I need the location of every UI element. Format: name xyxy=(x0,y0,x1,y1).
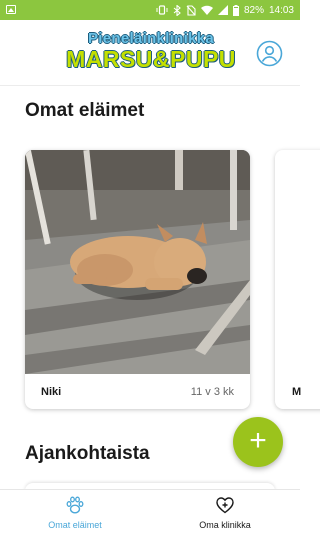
battery-icon xyxy=(232,4,239,16)
nav-item-my-clinic[interactable]: Oma klinikka xyxy=(150,490,300,533)
clock: 14:03 xyxy=(268,4,294,16)
no-sim-icon xyxy=(186,4,196,16)
nav-label: Oma klinikka xyxy=(199,520,251,530)
pet-age: 11 v 3 kk xyxy=(190,386,234,398)
pet-card[interactable]: Niki 11 v 3 kk xyxy=(25,150,250,409)
status-indicators: 82% 14:03 xyxy=(156,0,294,20)
logo-line1: Pieneläinklinikka xyxy=(88,30,214,47)
nav-label: Omat eläimet xyxy=(48,520,102,530)
paw-icon xyxy=(66,496,84,514)
app-header: Pieneläinklinikka MARSU&PUPU xyxy=(0,20,300,86)
pet-card[interactable]: M xyxy=(275,150,320,409)
account-circle-icon[interactable] xyxy=(256,40,283,67)
bluetooth-icon xyxy=(173,4,181,16)
signal-icon xyxy=(217,5,228,15)
pet-photo xyxy=(25,150,250,374)
add-pet-button[interactable]: + xyxy=(233,417,283,467)
pet-name: Niki xyxy=(41,386,62,398)
pet-name: M xyxy=(292,386,302,398)
gallery-notification-icon xyxy=(6,5,16,14)
battery-percent: 82% xyxy=(243,4,264,16)
logo-line2: MARSU&PUPU xyxy=(66,46,236,72)
pets-section-title: Omat eläimet xyxy=(25,100,145,121)
clinic-heart-icon xyxy=(216,497,234,514)
wifi-icon xyxy=(200,5,213,15)
nav-item-my-pets[interactable]: Omat eläimet xyxy=(0,490,150,533)
vibrate-icon xyxy=(156,5,168,15)
bottom-navigation: Omat eläimet Oma klinikka xyxy=(0,489,300,533)
status-bar: 82% 14:03 xyxy=(0,0,300,20)
news-section-title: Ajankohtaista xyxy=(25,443,150,464)
clinic-logo: Pieneläinklinikka MARSU&PUPU xyxy=(62,30,240,78)
